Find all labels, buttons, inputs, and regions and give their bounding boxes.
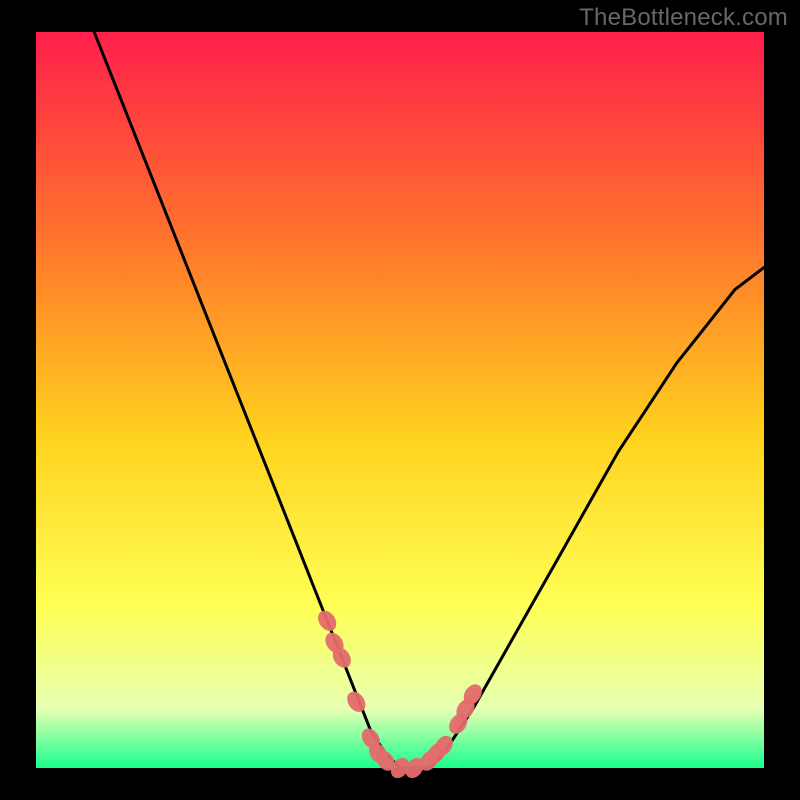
- watermark-label: TheBottleneck.com: [579, 4, 788, 32]
- chart-canvas: [0, 0, 800, 800]
- bottleneck-chart: TheBottleneck.com: [0, 0, 800, 800]
- chart-plot-area: [36, 32, 764, 768]
